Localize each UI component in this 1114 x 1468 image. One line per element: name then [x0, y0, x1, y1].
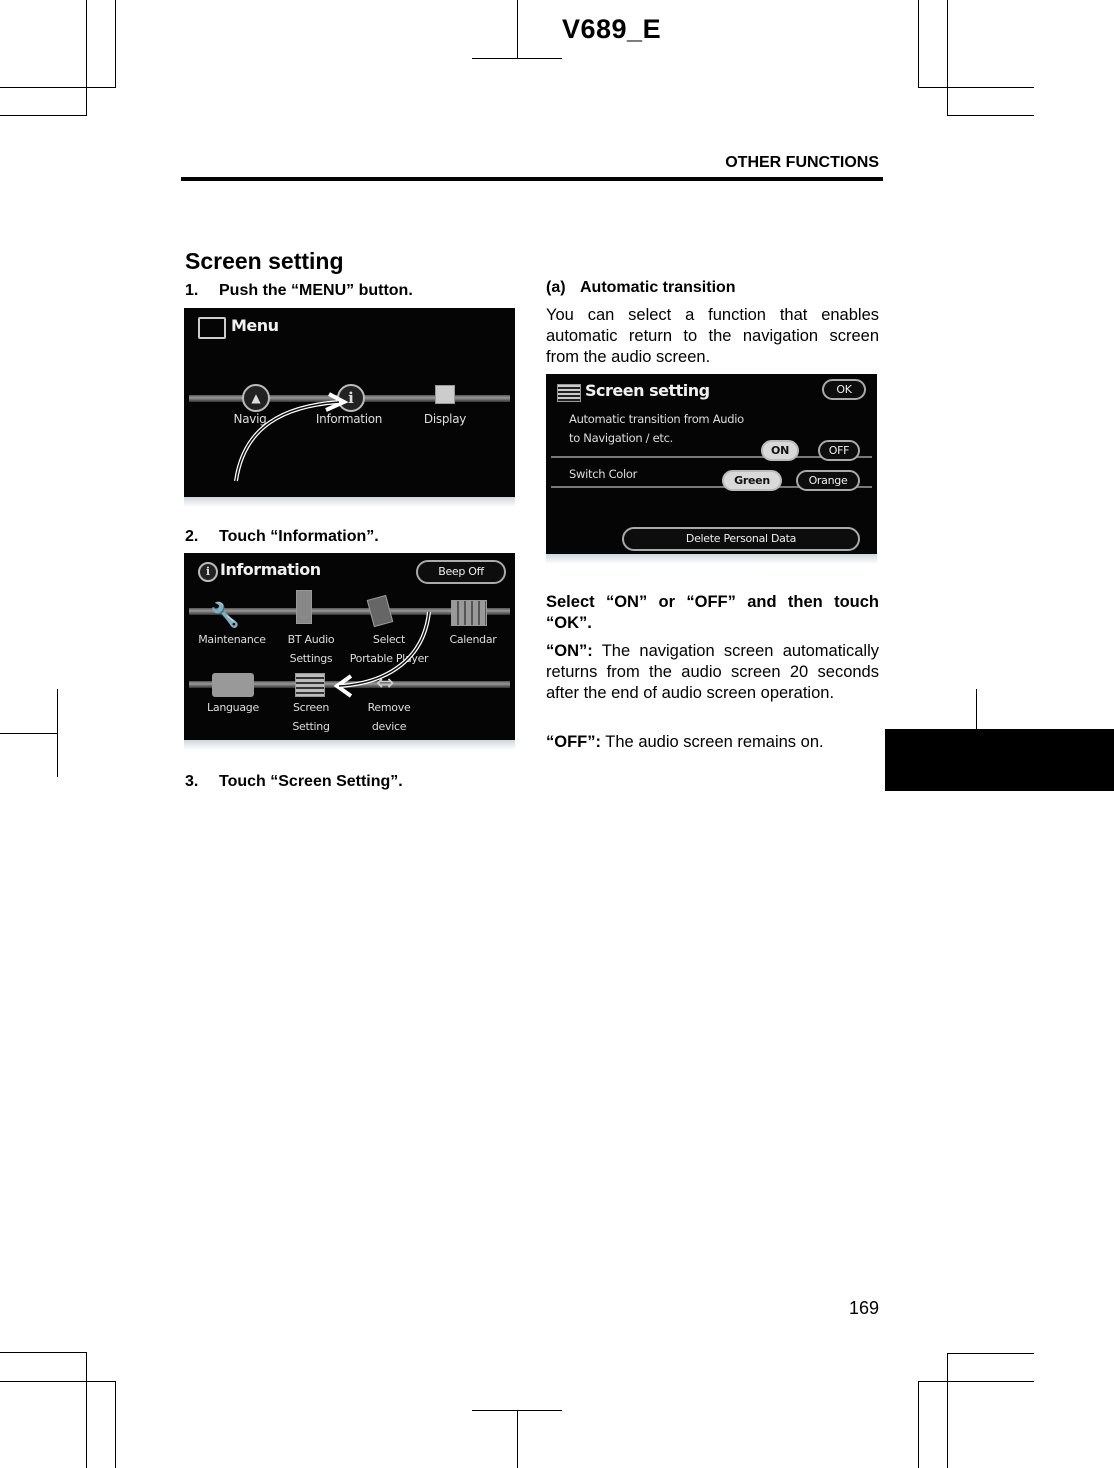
transition-label-line-1: Automatic transition from Audio	[569, 412, 744, 426]
crop-mark	[517, 0, 518, 58]
crop-mark	[918, 1381, 919, 1468]
step-number: 3.	[185, 773, 199, 790]
step-text: Touch “Screen Setting”.	[219, 773, 403, 790]
crop-mark	[918, 1381, 1034, 1382]
header-rule	[181, 177, 883, 181]
step-text: Push the “MENU” button.	[219, 282, 413, 299]
pointer-arrow-icon	[234, 392, 349, 482]
crop-mark	[115, 1381, 116, 1468]
crop-mark	[517, 1410, 518, 1468]
book-icon	[212, 673, 254, 697]
off-button[interactable]: OFF	[818, 440, 860, 461]
off-desc: The audio screen remains on.	[605, 733, 824, 751]
screen-setting-icon	[295, 673, 325, 697]
off-term: “OFF”:	[546, 733, 601, 751]
pointer-arrow-icon	[333, 611, 431, 698]
label-line-1: Screen	[292, 701, 330, 714]
section-header: OTHER FUNCTIONS	[725, 154, 879, 171]
wrench-icon: 🔧	[210, 601, 240, 629]
screen-setting-title: Screen setting	[585, 381, 710, 400]
screen-setting-image: Screen setting OK Automatic transition f…	[546, 374, 877, 564]
crop-mark	[947, 1353, 948, 1468]
information-screen-image: i Information Beep Off 🔧 Maintenance BT …	[184, 553, 515, 750]
delete-personal-data-button[interactable]: Delete Personal Data	[622, 527, 860, 551]
green-button[interactable]: Green	[722, 470, 782, 491]
crop-mark	[472, 58, 562, 59]
display-icon	[435, 385, 455, 404]
step-2: 2. Touch “Information”.	[185, 528, 379, 546]
crop-mark	[115, 0, 116, 87]
crop-mark	[0, 733, 57, 734]
ok-button[interactable]: OK	[822, 379, 866, 400]
subsection-heading: (a) Automatic transition	[546, 279, 736, 297]
crop-mark	[86, 0, 87, 116]
on-term: “ON”:	[546, 642, 593, 660]
crop-mark	[57, 689, 58, 777]
menu-item-display[interactable]: Display	[420, 410, 470, 429]
page-number: 169	[848, 1298, 879, 1318]
crop-mark	[0, 1352, 87, 1353]
label-line-1: Remove	[367, 701, 411, 714]
step-number: 1.	[185, 282, 199, 299]
crop-mark	[918, 87, 1034, 88]
crop-mark	[947, 0, 948, 116]
image-bottom-fade	[184, 740, 515, 750]
step-number: 2.	[185, 528, 199, 545]
image-bottom-fade	[546, 554, 877, 564]
transition-label-line-2: to Navigation / etc.	[569, 431, 673, 445]
off-description: “OFF”: The audio screen remains on.	[546, 732, 879, 753]
subsection-title: Automatic transition	[580, 279, 736, 296]
phone-icon	[296, 590, 312, 624]
information-screen-title: Information	[220, 560, 321, 579]
label-line-2: Setting	[292, 720, 330, 733]
label-line-2: device	[371, 720, 407, 733]
step-text: Touch “Information”.	[219, 528, 379, 545]
crop-mark	[947, 115, 1034, 116]
crop-mark	[0, 87, 116, 88]
info-item-language[interactable]: Language	[198, 698, 268, 717]
step-1: 1. Push the “MENU” button.	[185, 282, 413, 300]
info-item-screen-setting[interactable]: Screen Setting	[276, 698, 346, 736]
instruction: Select “ON” or “OFF” and then touch “OK”…	[546, 593, 879, 632]
crop-mark	[947, 1353, 1034, 1354]
section-side-tab	[885, 729, 1114, 791]
subsection-intro: You can select a function that enables a…	[546, 306, 879, 366]
image-bottom-fade	[184, 497, 515, 507]
crop-mark	[976, 689, 977, 729]
menu-screen-title: Menu	[231, 316, 279, 335]
step-3: 3. Touch “Screen Setting”.	[185, 773, 403, 791]
beep-off-button[interactable]: Beep Off	[416, 560, 506, 584]
info-item-calendar[interactable]: Calendar	[438, 630, 508, 649]
crop-mark	[86, 1352, 87, 1468]
info-item-remove-device[interactable]: Remove device	[354, 698, 424, 736]
info-icon: i	[198, 562, 218, 582]
crop-mark	[918, 0, 919, 87]
switch-color-label: Switch Color	[569, 467, 638, 481]
menu-icon	[198, 317, 226, 339]
calendar-icon	[451, 600, 487, 626]
info-item-maintenance[interactable]: Maintenance	[192, 630, 272, 649]
on-description: “ON”: The navigation screen automaticall…	[546, 641, 879, 704]
transition-label: Automatic transition from Audio to Navig…	[569, 410, 744, 448]
crop-mark	[0, 1381, 116, 1382]
page-title: Screen setting	[185, 248, 344, 274]
document-code: V689_E	[562, 14, 662, 44]
subsection-label: (a)	[546, 279, 566, 296]
screen-setting-icon	[557, 384, 581, 402]
on-button[interactable]: ON	[761, 440, 799, 461]
crop-mark	[0, 115, 87, 116]
on-desc: The navigation screen automatically retu…	[546, 642, 879, 702]
menu-screen-image: Menu ▲ Navig i Information Display	[184, 308, 515, 507]
orange-button[interactable]: Orange	[796, 470, 860, 491]
